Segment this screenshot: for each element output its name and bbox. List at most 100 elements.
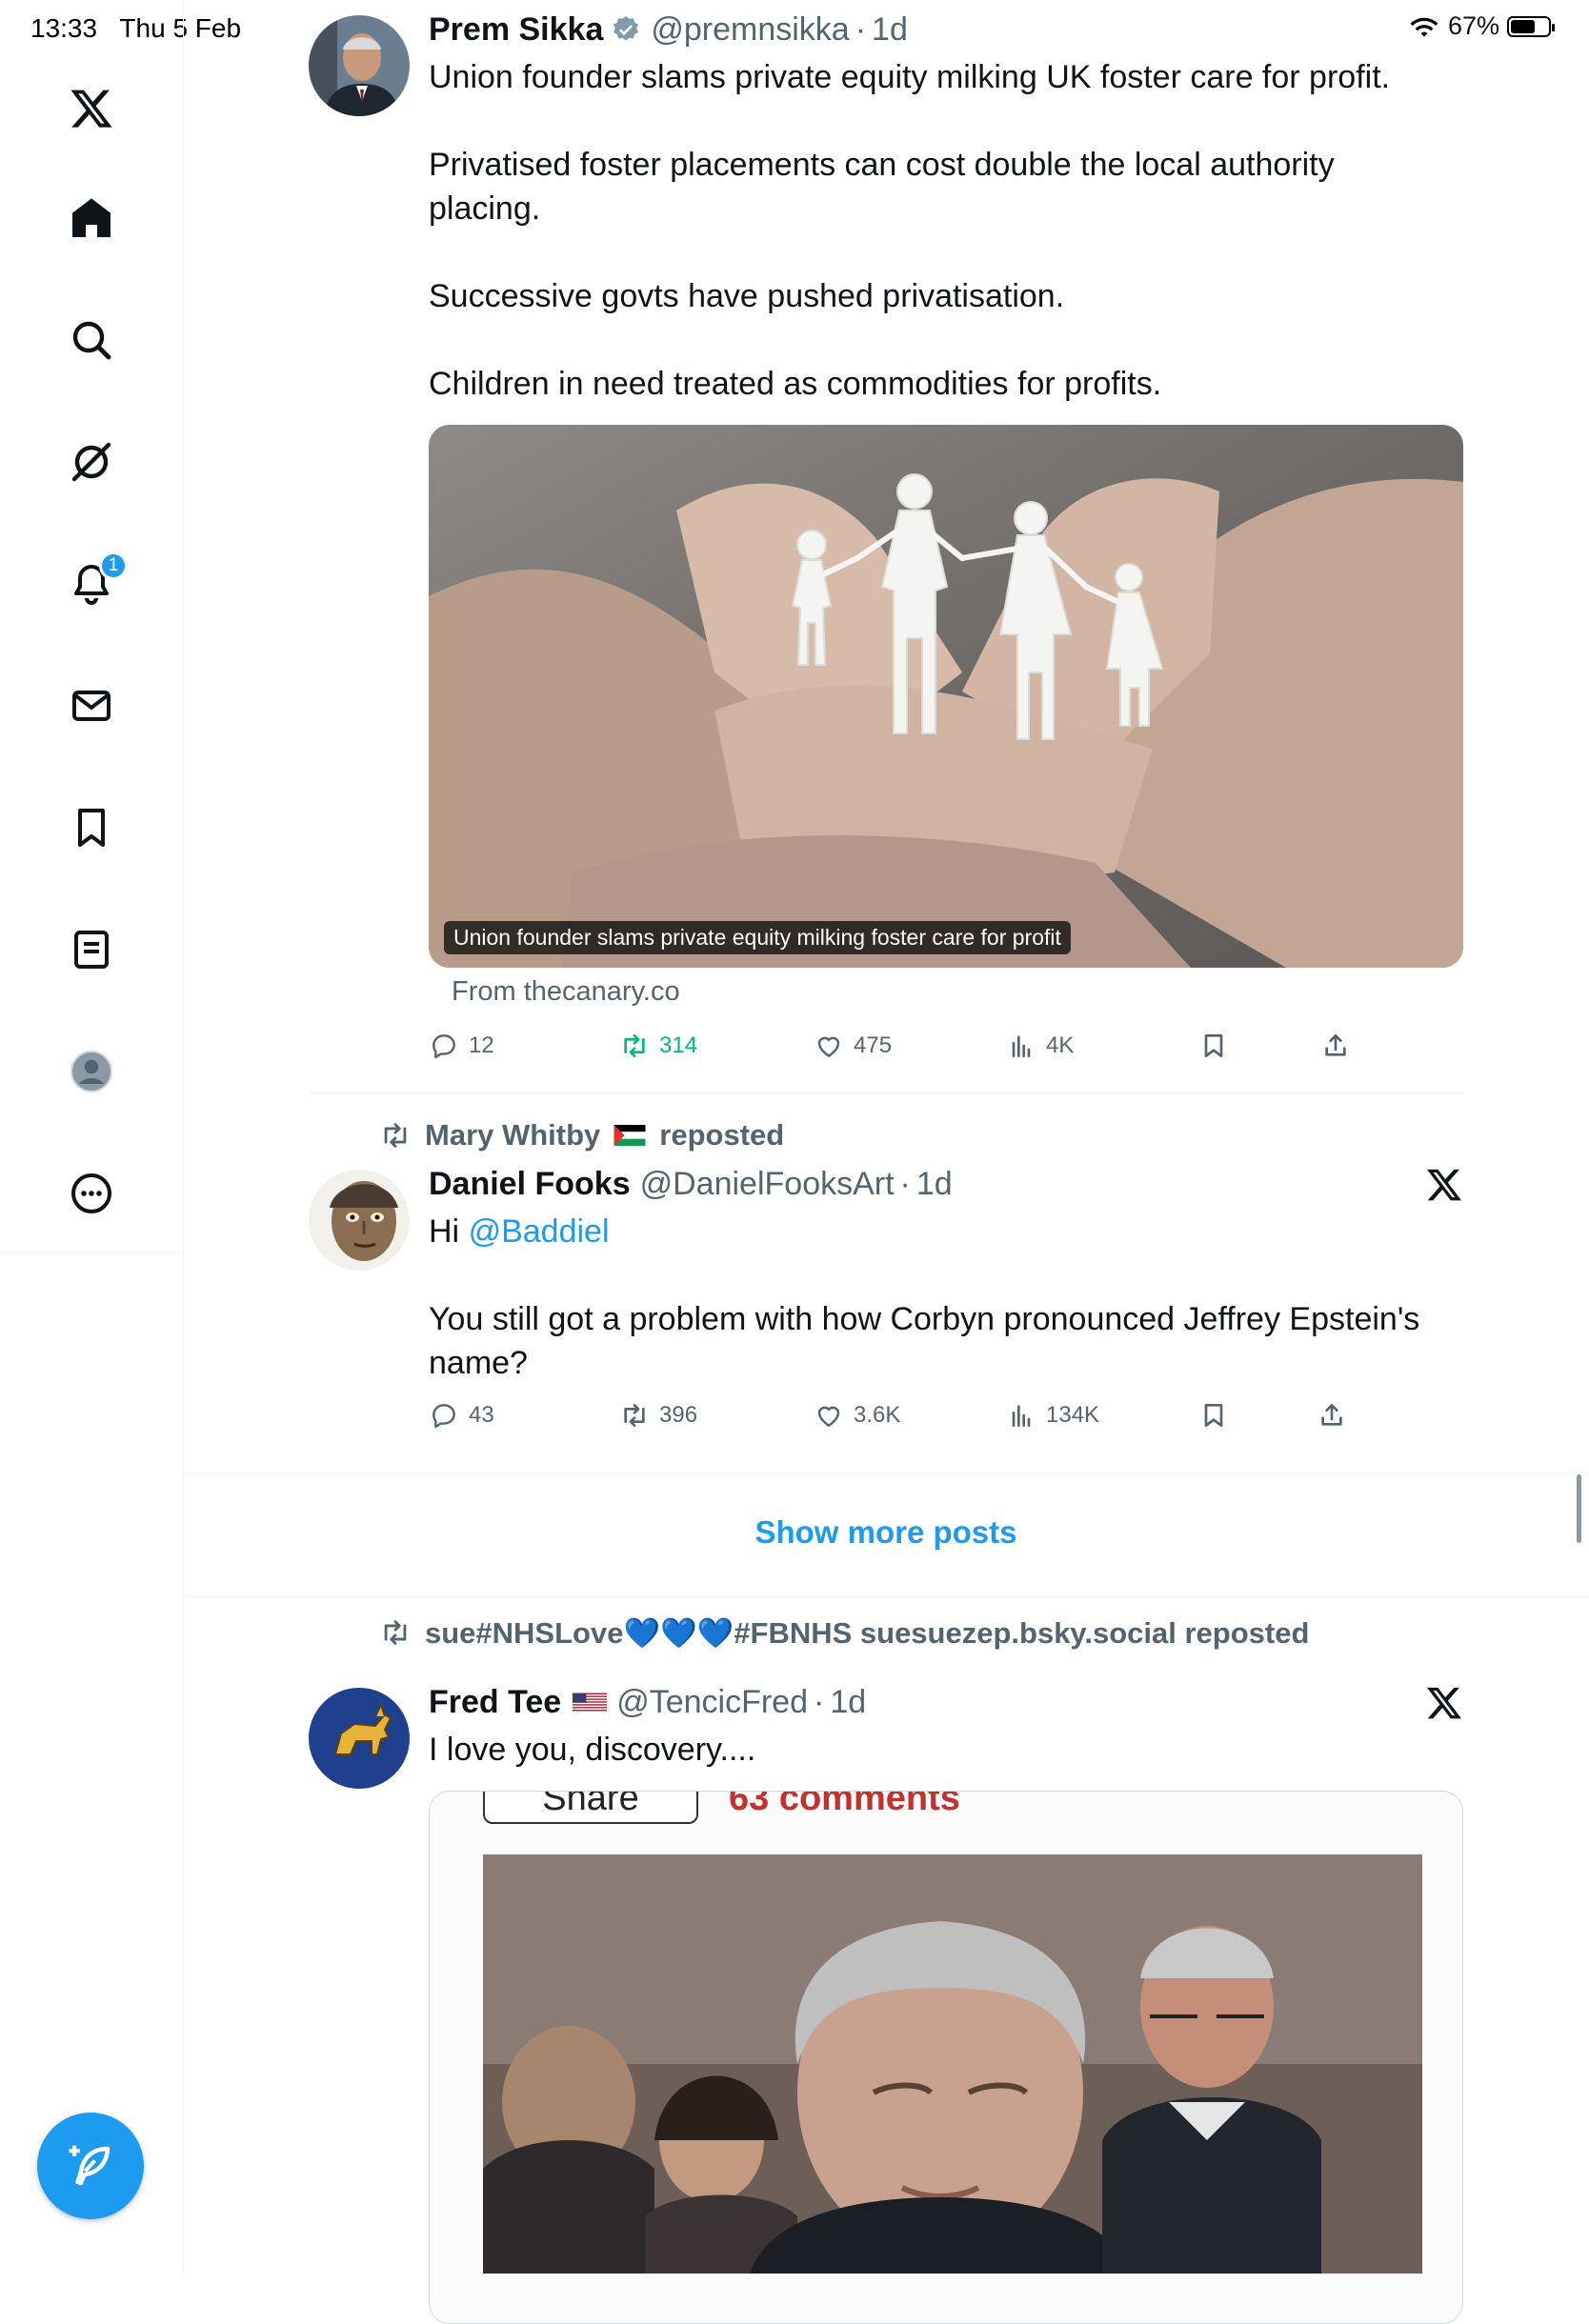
repost-button[interactable]: 396 bbox=[619, 1394, 697, 1436]
author-handle[interactable]: @DanielFooksArt bbox=[640, 1166, 895, 1203]
reply-count: 12 bbox=[469, 1032, 494, 1058]
reposter-name-tail: #FBNHS suesuezep.bsky.social reposted bbox=[734, 1615, 1310, 1650]
bookmark-icon bbox=[1204, 1034, 1223, 1057]
meta-separator: · bbox=[855, 10, 867, 48]
grok-icon[interactable] bbox=[65, 435, 118, 489]
show-more-posts-button[interactable]: Show more posts bbox=[183, 1514, 1589, 1551]
view-count: 4K bbox=[1046, 1032, 1075, 1058]
heart-icon bbox=[817, 1406, 840, 1428]
bookmark-button[interactable] bbox=[1198, 1394, 1229, 1436]
x-logo-icon[interactable] bbox=[65, 82, 118, 135]
notifications-bell-icon[interactable]: 1 bbox=[65, 551, 128, 611]
avatar[interactable] bbox=[309, 1688, 410, 1789]
battery-level bbox=[1511, 19, 1535, 33]
repost-context: sue#NHSLove💙💙💙#FBNHS suesuezep.bsky.soci… bbox=[379, 1613, 1309, 1652]
reply-button[interactable]: 43 bbox=[429, 1394, 494, 1436]
repost-icon bbox=[624, 1404, 645, 1427]
post-age[interactable]: 1d bbox=[916, 1166, 953, 1203]
x-logo-icon bbox=[1427, 1687, 1461, 1719]
views-button[interactable]: 134K bbox=[1006, 1394, 1099, 1436]
post-age[interactable]: 1d bbox=[872, 11, 908, 49]
bookmark-button[interactable] bbox=[1198, 1025, 1229, 1067]
profile-avatar-icon[interactable] bbox=[65, 1045, 118, 1098]
repost-count: 396 bbox=[659, 1402, 698, 1428]
reposter-name[interactable]: Mary Whitby bbox=[425, 1118, 600, 1152]
hands-paper-family-image bbox=[429, 425, 1463, 968]
embedded-comments-count: 63 comments bbox=[729, 1791, 960, 1818]
embedded-screenshot-image[interactable]: Share 63 comments bbox=[429, 1791, 1463, 2324]
avatar[interactable] bbox=[309, 15, 410, 116]
like-button[interactable]: 3.6K bbox=[814, 1394, 900, 1436]
reply-icon bbox=[432, 1034, 455, 1059]
post-daniel-fooks[interactable]: Mary Whitby reposted Daniel Fooks @Danie… bbox=[309, 1095, 1463, 1472]
repost-icon bbox=[624, 1034, 645, 1057]
home-icon[interactable] bbox=[65, 191, 118, 245]
share-button[interactable] bbox=[1320, 1025, 1351, 1067]
post-actions: 43 396 3.6K 134K bbox=[429, 1394, 1381, 1436]
post-paragraph: Hi @Baddiel bbox=[429, 1210, 1438, 1253]
post-body: I love you, discovery.... bbox=[429, 1732, 756, 1768]
author-name[interactable]: Prem Sikka bbox=[429, 11, 603, 49]
verified-badge-icon bbox=[613, 16, 639, 41]
post-fred-tee[interactable]: sue#NHSLove💙💙💙#FBNHS suesuezep.bsky.soci… bbox=[309, 1600, 1463, 2324]
bookmarks-icon[interactable] bbox=[65, 801, 118, 854]
lists-icon[interactable] bbox=[65, 923, 118, 976]
notification-count-badge: 1 bbox=[99, 551, 128, 580]
card-source[interactable]: From thecanary.co bbox=[452, 976, 680, 1008]
hearing-photo-image bbox=[483, 1854, 1422, 2274]
mention-link[interactable]: @Baddiel bbox=[469, 1213, 610, 1250]
author-handle[interactable]: @TencicFred bbox=[616, 1684, 808, 1721]
post-paragraph: Successive govts have pushed privatisati… bbox=[429, 278, 1065, 314]
more-options-icon[interactable] bbox=[65, 1167, 118, 1220]
post-header: Daniel Fooks @DanielFooksArt · 1d bbox=[429, 1162, 953, 1206]
blue-hearts-emoji: 💙💙💙 bbox=[623, 1615, 734, 1650]
search-icon[interactable] bbox=[65, 313, 118, 367]
reposter-name[interactable]: sue#NHSLove💙💙💙#FBNHS suesuezep.bsky.soci… bbox=[425, 1615, 1309, 1651]
post-paragraph: Privatised foster placements can cost do… bbox=[429, 147, 1335, 227]
repost-suffix: reposted bbox=[659, 1118, 785, 1152]
post-prem-sikka[interactable]: Prem Sikka @premnsikka · 1d Union founde… bbox=[309, 0, 1463, 1095]
palestine-flag-icon bbox=[613, 1125, 646, 1146]
scrollbar[interactable] bbox=[1577, 1474, 1581, 1543]
like-count: 3.6K bbox=[854, 1402, 901, 1428]
like-count: 475 bbox=[854, 1032, 893, 1058]
reposter-name-text: sue#NHSLove bbox=[425, 1615, 624, 1650]
post-divider bbox=[309, 1092, 1463, 1093]
views-button[interactable]: 4K bbox=[1006, 1025, 1074, 1067]
post-header: Fred Tee @TencicFred · 1d bbox=[429, 1680, 866, 1724]
meta-separator: · bbox=[899, 1165, 911, 1202]
share-upload-icon bbox=[1325, 1034, 1346, 1056]
share-button[interactable] bbox=[1317, 1394, 1347, 1436]
author-name[interactable]: Daniel Fooks bbox=[429, 1166, 631, 1203]
post-body: Hi @Baddiel You still got a problem with… bbox=[429, 1210, 1438, 1385]
like-button[interactable]: 475 bbox=[814, 1025, 892, 1067]
reply-icon bbox=[432, 1404, 455, 1429]
x-logo-icon bbox=[1427, 1169, 1461, 1201]
repost-icon bbox=[384, 1123, 407, 1148]
avatar[interactable] bbox=[309, 1170, 410, 1271]
views-chart-icon bbox=[1012, 1405, 1031, 1427]
post-actions: 12 314 475 4K bbox=[429, 1025, 1381, 1067]
repost-button[interactable]: 314 bbox=[619, 1025, 697, 1067]
post-paragraph: You still got a problem with how Corbyn … bbox=[429, 1301, 1420, 1381]
greeting-text: Hi bbox=[429, 1213, 469, 1250]
bookmark-icon bbox=[1204, 1404, 1223, 1427]
repost-context: Mary Whitby reposted bbox=[379, 1116, 784, 1154]
post-age[interactable]: 1d bbox=[830, 1684, 866, 1721]
battery-icon bbox=[1507, 15, 1555, 37]
compose-post-button[interactable] bbox=[37, 2113, 144, 2219]
post-body: Union founder slams private equity milki… bbox=[429, 55, 1438, 406]
repost-icon bbox=[384, 1620, 407, 1645]
messages-envelope-icon[interactable] bbox=[65, 679, 118, 732]
post-header: Prem Sikka @premnsikka · 1d bbox=[429, 8, 908, 51]
author-name[interactable]: Fred Tee bbox=[429, 1684, 561, 1721]
link-card-image[interactable]: Union founder slams private equity milki… bbox=[429, 425, 1463, 968]
share-upload-icon bbox=[1321, 1404, 1342, 1426]
author-handle[interactable]: @premnsikka bbox=[651, 11, 849, 49]
reply-count: 43 bbox=[469, 1402, 494, 1428]
heart-icon bbox=[817, 1036, 840, 1058]
card-headline: Union founder slams private equity milki… bbox=[444, 921, 1071, 954]
reply-button[interactable]: 12 bbox=[429, 1025, 494, 1067]
repost-count: 314 bbox=[659, 1032, 698, 1058]
sidebar: 1 bbox=[0, 0, 184, 2274]
